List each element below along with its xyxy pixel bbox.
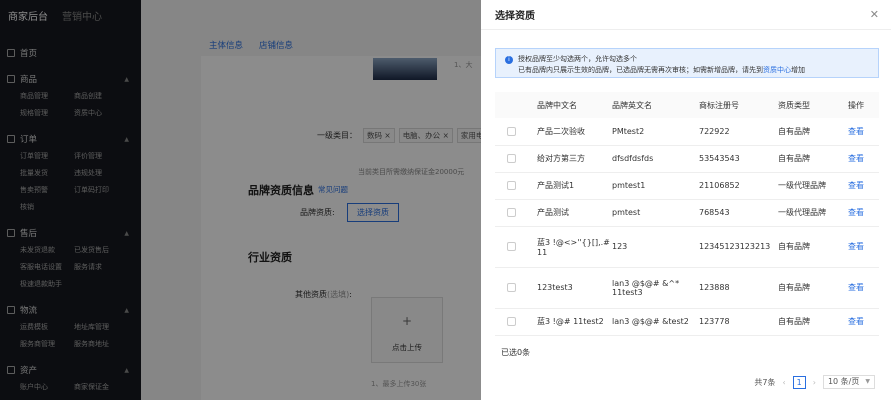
cell-cn-name: 给对方第三方	[537, 145, 612, 173]
row-select	[495, 118, 537, 146]
cell-en-name: pmtest1	[612, 172, 699, 200]
alert-line-2: 已有品牌内只展示生效的品牌，已选品牌无需再次审核；如需新增品牌，请先到资质中心增…	[518, 65, 870, 76]
modal-mask[interactable]	[0, 0, 481, 400]
row-select	[495, 226, 537, 268]
cell-reg-no: 768543	[699, 199, 778, 227]
cell-type: 自有品牌	[778, 145, 848, 173]
cell-type: 自有品牌	[778, 267, 848, 309]
qualification-center-link[interactable]: 资质中心	[763, 66, 791, 74]
cell-reg-no: 21106852	[699, 172, 778, 200]
cell-cn-name: 123test3	[537, 267, 612, 309]
row-select	[495, 308, 537, 336]
cell-cn-name: 产品测试1	[537, 172, 612, 200]
alert-text: 增加	[791, 66, 805, 74]
row-select	[495, 199, 537, 227]
table-row: 蓝3 !@<>''{}[],.# 11 123 12345123123213 自…	[495, 226, 879, 268]
cell-en-name: lan3 @$@# &^* 11test3	[612, 267, 699, 309]
row-checkbox[interactable]	[507, 283, 516, 292]
alert-text: 已有品牌内只展示生效的品牌，已选品牌无需再次审核；如需新增品牌，请先到	[518, 66, 763, 74]
header-reg-no: 商标注册号	[699, 100, 739, 110]
cell-en-name: dfsdfdsfds	[612, 145, 699, 173]
page-size-value: 10 条/页	[827, 377, 860, 386]
row-select	[495, 267, 537, 309]
row-checkbox[interactable]	[507, 317, 516, 326]
cell-cn-name: 产品二次验收	[537, 118, 612, 146]
table-row: 产品测试1 pmtest1 21106852 一级代理品牌 查看	[495, 172, 879, 200]
row-checkbox[interactable]	[507, 154, 516, 163]
view-link[interactable]: 查看	[848, 267, 879, 309]
cell-reg-no: 12345123123213	[699, 226, 778, 268]
info-alert: i 授权品牌至少勾选两个，允许勾选多个 已有品牌内只展示生效的品牌，已选品牌无需…	[495, 48, 879, 78]
cell-type: 自有品牌	[778, 308, 848, 336]
selected-count: 已选0条	[501, 348, 531, 357]
cell-cn-name: 蓝3 !@# 11test2	[537, 308, 612, 336]
row-select	[495, 172, 537, 200]
header-cn-name: 品牌中文名	[537, 100, 577, 110]
view-link[interactable]: 查看	[848, 172, 879, 200]
alert-line-1: 授权品牌至少勾选两个，允许勾选多个	[518, 55, 637, 63]
cell-reg-no: 123778	[699, 308, 778, 336]
prev-page-icon[interactable]: ‹	[782, 378, 785, 387]
table-row: 产品二次验收 PMtest2 722922 自有品牌 查看	[495, 118, 879, 146]
cell-type: 一级代理品牌	[778, 199, 848, 227]
drawer-title: 选择资质	[495, 11, 535, 22]
pagination: 共7条 ‹ 1 › 10 条/页 ▼	[754, 375, 875, 389]
view-link[interactable]: 查看	[848, 118, 879, 146]
view-link[interactable]: 查看	[848, 199, 879, 227]
table-header: 品牌中文名 品牌英文名 商标注册号 资质类型 操作	[495, 92, 879, 118]
cell-en-name: PMtest2	[612, 118, 699, 146]
next-page-icon[interactable]: ›	[813, 378, 816, 387]
cell-reg-no: 722922	[699, 118, 778, 146]
row-checkbox[interactable]	[507, 126, 516, 136]
chevron-down-icon: ▼	[865, 378, 870, 385]
cell-type: 一级代理品牌	[778, 172, 848, 200]
row-checkbox[interactable]	[507, 181, 516, 190]
cell-type: 自有品牌	[778, 226, 848, 268]
table-row: 123test3 lan3 @$@# &^* 11test3 123888 自有…	[495, 267, 879, 309]
header-type: 资质类型	[778, 100, 810, 110]
header-action: 操作	[848, 100, 864, 110]
row-checkbox[interactable]	[507, 242, 516, 251]
table-row: 产品测试 pmtest 768543 一级代理品牌 查看	[495, 199, 879, 227]
header-en-name: 品牌英文名	[612, 100, 652, 110]
total-count: 共7条	[754, 377, 776, 387]
view-link[interactable]: 查看	[848, 226, 879, 268]
select-qualification-drawer: 选择资质 ✕ i 授权品牌至少勾选两个，允许勾选多个 已有品牌内只展示生效的品牌…	[481, 0, 891, 400]
cell-reg-no: 53543543	[699, 145, 778, 173]
table-row: 给对方第三方 dfsdfdsfds 53543543 自有品牌 查看	[495, 145, 879, 173]
cell-en-name: lan3 @$@# &test2	[612, 308, 699, 336]
row-checkbox[interactable]	[507, 208, 516, 217]
info-icon: i	[505, 56, 513, 64]
header-select	[495, 92, 537, 118]
cell-cn-name: 产品测试	[537, 199, 612, 227]
table-row: 蓝3 !@# 11test2 lan3 @$@# &test2 123778 自…	[495, 308, 879, 336]
cell-en-name: pmtest	[612, 199, 699, 227]
cell-en-name: 123	[612, 226, 699, 268]
close-icon[interactable]: ✕	[870, 8, 879, 21]
drawer-header: 选择资质	[481, 0, 891, 30]
cell-type: 自有品牌	[778, 118, 848, 146]
page-size-select[interactable]: 10 条/页 ▼	[822, 375, 875, 389]
view-link[interactable]: 查看	[848, 308, 879, 336]
cell-reg-no: 123888	[699, 267, 778, 309]
row-select	[495, 145, 537, 173]
view-link[interactable]: 查看	[848, 145, 879, 173]
brand-table: 品牌中文名 品牌英文名 商标注册号 资质类型 操作 产品二次验收 PMtest2…	[495, 92, 879, 336]
page-number[interactable]: 1	[792, 375, 806, 389]
cell-cn-name: 蓝3 !@<>''{}[],.# 11	[537, 226, 612, 268]
